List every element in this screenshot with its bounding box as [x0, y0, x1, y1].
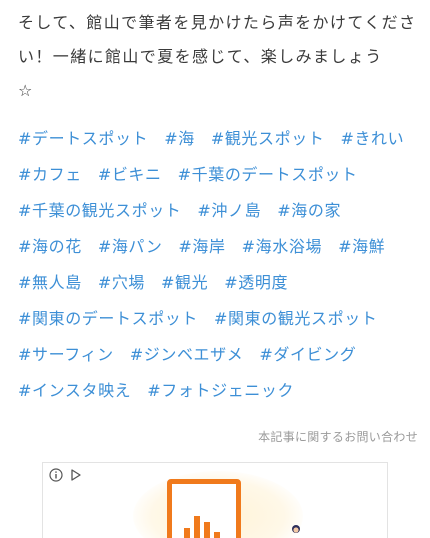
tag-row: #カフェ #ビキニ #千葉のデートスポット	[18, 157, 422, 193]
illustration-bar	[194, 516, 200, 538]
tag-kanto-sightseeing[interactable]: #関東の観光スポット	[214, 301, 377, 337]
tag-cafe[interactable]: #カフェ	[18, 157, 82, 193]
tag-bikini[interactable]: #ビキニ	[98, 157, 162, 193]
info-icon[interactable]	[49, 468, 63, 482]
person-icon	[289, 523, 303, 537]
tag-sea[interactable]: #海	[164, 121, 195, 157]
illustration-bar	[184, 528, 190, 538]
tag-hidden-spot[interactable]: #穴場	[98, 265, 145, 301]
bar-chart-bars	[184, 516, 220, 538]
tag-row: #千葉の観光スポット #沖ノ島 #海の家	[18, 193, 422, 229]
tag-row: #海の花 #海パン #海岸 #海水浴場 #海鮮	[18, 229, 422, 265]
tag-instagrammable[interactable]: #インスタ映え	[18, 373, 131, 409]
tag-row: #インスタ映え #フォトジェニック	[18, 373, 422, 409]
tag-chiba-date-spot[interactable]: #千葉のデートスポット	[178, 157, 358, 193]
star-icon: ☆	[18, 81, 34, 100]
tag-photogenic[interactable]: #フォトジェニック	[147, 373, 294, 409]
tag-sightseeing[interactable]: #観光	[161, 265, 208, 301]
tag-row: #関東のデートスポット #関東の観光スポット	[18, 301, 422, 337]
ad-banner[interactable]	[42, 462, 388, 538]
tag-coast[interactable]: #海岸	[178, 229, 225, 265]
tag-swimming-beach[interactable]: #海水浴場	[242, 229, 322, 265]
tag-seafood[interactable]: #海鮮	[338, 229, 385, 265]
tag-diving[interactable]: #ダイビング	[259, 337, 356, 373]
tag-row: #無人島 #穴場 #観光 #透明度	[18, 265, 422, 301]
bar-chart-illustration	[167, 479, 241, 538]
tag-beach-house[interactable]: #海の家	[277, 193, 341, 229]
play-triangle-icon[interactable]	[69, 468, 83, 482]
tag-list: #デートスポット #海 #観光スポット #きれい #カフェ #ビキニ #千葉のデートスポッ…	[18, 121, 422, 409]
tag-date-spot[interactable]: #デートスポット	[18, 121, 148, 157]
tag-beautiful[interactable]: #きれい	[340, 121, 404, 157]
illustration-bar	[214, 532, 220, 538]
tag-transparency[interactable]: #透明度	[224, 265, 288, 301]
illustration-bar	[204, 522, 210, 538]
tag-sightseeing-spot[interactable]: #観光スポット	[211, 121, 325, 157]
article-text: そして、館山で筆者を見かけたら声をかけてください！一緒に館山で夏を感じて、楽しみ…	[18, 13, 417, 66]
tag-chiba-sightseeing[interactable]: #千葉の観光スポット	[18, 193, 181, 229]
tag-swim-trunks[interactable]: #海パン	[98, 229, 163, 265]
tag-kanto-date-spot[interactable]: #関東のデートスポット	[18, 301, 198, 337]
article-paragraph: そして、館山で筆者を見かけたら声をかけてください！一緒に館山で夏を感じて、楽しみ…	[18, 6, 418, 108]
tag-okinoshima[interactable]: #沖ノ島	[197, 193, 261, 229]
tag-surfing[interactable]: #サーフィン	[18, 337, 114, 373]
tag-whale-shark[interactable]: #ジンベエザメ	[130, 337, 244, 373]
tag-uninhabited-island[interactable]: #無人島	[18, 265, 82, 301]
article-contact-link[interactable]: 本記事に関するお問い合わせ	[258, 428, 418, 445]
tag-sea-flower[interactable]: #海の花	[18, 229, 82, 265]
ad-icons	[49, 468, 83, 482]
tag-row: #サーフィン #ジンベエザメ #ダイビング	[18, 337, 422, 373]
tag-row: #デートスポット #海 #観光スポット #きれい	[18, 121, 422, 157]
